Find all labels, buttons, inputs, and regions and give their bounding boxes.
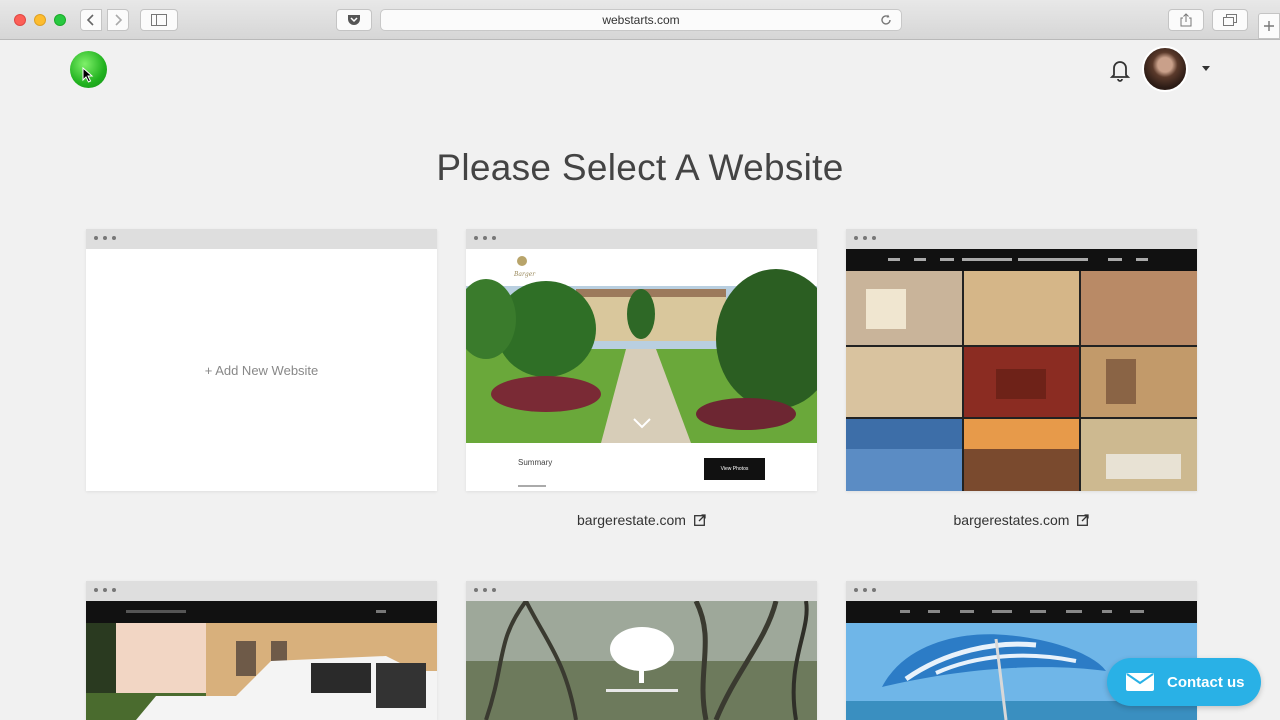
site-domain-link[interactable]: bargerestates.com xyxy=(846,512,1197,528)
domain-text: bargerestates.com xyxy=(953,512,1070,528)
tabs-overview-button[interactable] xyxy=(1212,9,1248,31)
pocket-icon xyxy=(348,15,360,25)
page-title: Please Select A Website xyxy=(436,147,844,188)
close-window-button[interactable] xyxy=(14,14,26,26)
contact-us-button[interactable]: Contact us xyxy=(1107,658,1261,706)
trees-preview-image xyxy=(466,601,817,720)
envelope-icon xyxy=(1126,673,1154,691)
tabs-icon xyxy=(1223,14,1237,26)
site-thumbnail xyxy=(846,249,1197,491)
site-card-trees[interactable] xyxy=(466,581,817,720)
site-thumbnail xyxy=(466,601,817,720)
pocket-button[interactable] xyxy=(336,9,372,31)
estate-preview-image: Barger VIEW xyxy=(466,249,817,491)
plus-icon xyxy=(1264,21,1274,31)
preview-summary-label: Summary xyxy=(518,458,553,467)
contact-us-label: Contact us xyxy=(1167,673,1245,691)
add-new-website-label: + Add New Website xyxy=(204,362,319,378)
sidebar-icon xyxy=(151,14,167,26)
chevron-right-icon xyxy=(115,14,123,26)
svg-text:Barger: Barger xyxy=(513,271,536,278)
card-window-bar xyxy=(466,229,817,249)
card-window-bar xyxy=(86,581,437,601)
browser-toolbar: webstarts.com xyxy=(0,0,1280,40)
share-button[interactable] xyxy=(1168,9,1204,31)
reload-icon[interactable] xyxy=(879,13,893,27)
forward-button[interactable] xyxy=(107,9,129,31)
address-bar[interactable]: webstarts.com xyxy=(380,9,902,31)
card-window-bar xyxy=(846,581,1197,601)
share-icon xyxy=(1180,13,1192,27)
mouse-cursor-icon xyxy=(82,67,94,83)
site-domain-link[interactable]: bargerestate.com xyxy=(466,512,817,528)
back-button[interactable] xyxy=(80,9,102,31)
external-link-icon[interactable] xyxy=(1077,514,1090,526)
new-tab-button[interactable] xyxy=(1258,13,1280,39)
site-card-truck[interactable] xyxy=(86,581,437,720)
preview-cta-button: View Photos xyxy=(704,458,765,480)
zoom-window-button[interactable] xyxy=(54,14,66,26)
card-window-bar xyxy=(86,229,437,249)
add-new-website-card[interactable]: + Add New Website xyxy=(86,229,437,491)
account-dropdown-caret-icon[interactable] xyxy=(1202,66,1210,71)
site-card-bargerestate[interactable]: Barger VIEW Summary View Photos xyxy=(466,229,817,491)
notification-bell-icon[interactable] xyxy=(1106,56,1134,84)
domain-text: bargerestate.com xyxy=(577,512,686,528)
card-window-bar xyxy=(466,581,817,601)
external-link-icon[interactable] xyxy=(694,514,706,526)
minimize-window-button[interactable] xyxy=(34,14,46,26)
card-window-bar xyxy=(846,229,1197,249)
site-thumbnail: Barger VIEW Summary View Photos xyxy=(466,249,817,491)
chevron-left-icon xyxy=(86,14,94,26)
site-thumbnail xyxy=(86,601,437,720)
truck-preview-image xyxy=(86,601,437,720)
sidebar-toggle-button[interactable] xyxy=(140,9,178,31)
url-text: webstarts.com xyxy=(602,13,680,27)
user-avatar[interactable] xyxy=(1142,46,1188,92)
site-card-bargerestates[interactable] xyxy=(846,229,1197,491)
photo-grid-preview-image xyxy=(846,249,1197,491)
